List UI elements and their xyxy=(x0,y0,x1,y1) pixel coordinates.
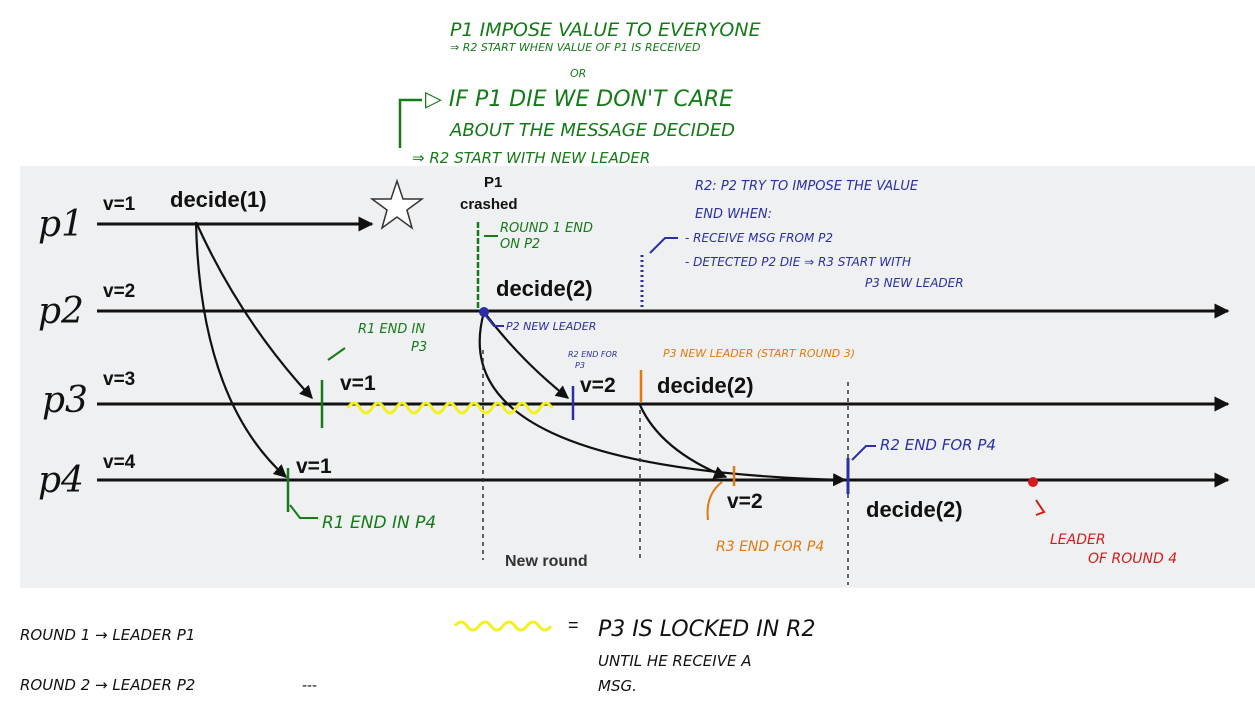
legend-equals: = xyxy=(568,615,579,635)
diagram-panel xyxy=(20,166,1255,588)
label-p3: p3 xyxy=(42,380,88,421)
legend-line3: MSG. xyxy=(598,677,637,695)
r2-block-1: R2: P2 TRY TO IMPOSE THE VALUE xyxy=(695,179,919,194)
legend-line1: P3 IS LOCKED IN R2 xyxy=(598,617,815,642)
r2-end-p3-b: P3 xyxy=(575,361,585,370)
top-note-line4: ▷ IF P1 DIE WE DON'T CARE xyxy=(425,87,733,112)
top-note-line6: ⇒ R2 START WITH NEW LEADER xyxy=(412,149,650,167)
round4-leader-dot xyxy=(1028,477,1038,487)
p3-initial-value: v=3 xyxy=(103,369,135,390)
p4-initial-value: v=4 xyxy=(103,452,136,473)
new-round-label: New round xyxy=(505,553,588,570)
r3-end-p4: R3 END FOR P4 xyxy=(716,539,824,555)
p4-received-v1: v=1 xyxy=(296,455,332,478)
label-p2: p2 xyxy=(38,291,84,332)
bottom-round2-ellipsis: --- xyxy=(302,677,317,694)
bottom-round1: ROUND 1 → LEADER P1 xyxy=(20,626,195,644)
green-pointer-top xyxy=(398,98,422,148)
p2-new-leader-dot xyxy=(479,307,489,317)
p1-initial-value: v=1 xyxy=(103,194,136,215)
r2-block-4: - DETECTED P2 DIE ⇒ R3 START WITH xyxy=(685,255,911,269)
p3-decide: decide(2) xyxy=(657,373,754,398)
p4-decide: decide(2) xyxy=(866,497,963,522)
legend-squiggle xyxy=(453,620,553,632)
top-note-line3: OR xyxy=(570,67,586,80)
top-note-line1: P1 IMPOSE VALUE TO EVERYONE xyxy=(450,19,761,41)
leader-round4-b: OF ROUND 4 xyxy=(1088,551,1177,567)
round1-end-p2-b: ON P2 xyxy=(500,237,540,252)
round1-end-p2-a: ROUND 1 END xyxy=(500,221,593,236)
p3-received-v1: v=1 xyxy=(340,372,376,395)
consensus-round-diagram: p1 p2 p3 p4 v=1 decide(1) v=2 decide(2) … xyxy=(20,19,1255,695)
p1-decide: decide(1) xyxy=(170,187,267,212)
r2-block-3: - RECEIVE MSG FROM P2 xyxy=(685,231,833,245)
r2-end-p4: R2 END FOR P4 xyxy=(880,436,996,454)
label-p4: p4 xyxy=(38,460,84,501)
r1-end-p3-a: R1 END IN xyxy=(358,322,425,337)
p4-received-v2: v=2 xyxy=(727,490,763,513)
r2-block-5: P3 NEW LEADER xyxy=(865,276,964,290)
legend-line2: UNTIL HE RECEIVE A xyxy=(598,652,751,670)
p2-initial-value: v=2 xyxy=(103,281,135,302)
leader-round4-a: LEADER xyxy=(1050,532,1106,548)
r1-end-p3-b: P3 xyxy=(411,340,427,355)
p2-new-leader: P2 NEW LEADER xyxy=(506,320,596,333)
bottom-round2: ROUND 2 → LEADER P2 xyxy=(20,676,195,694)
r2-end-p3-a: R2 END FOR xyxy=(568,350,617,359)
p1-crashed-top: P1 xyxy=(484,174,502,191)
top-note-line2: ⇒ R2 START WHEN VALUE OF P1 IS RECEIVED xyxy=(450,41,700,54)
r1-end-p4: R1 END IN P4 xyxy=(322,513,436,533)
p3-new-leader: P3 NEW LEADER (START ROUND 3) xyxy=(663,347,855,360)
p2-decide: decide(2) xyxy=(496,276,593,301)
p3-received-v2: v=2 xyxy=(580,374,616,397)
p1-crashed-bottom: crashed xyxy=(460,196,518,213)
r2-block-2: END WHEN: xyxy=(695,207,772,222)
top-note-line5: ABOUT THE MESSAGE DECIDED xyxy=(449,120,735,141)
label-p1: p1 xyxy=(38,204,84,245)
